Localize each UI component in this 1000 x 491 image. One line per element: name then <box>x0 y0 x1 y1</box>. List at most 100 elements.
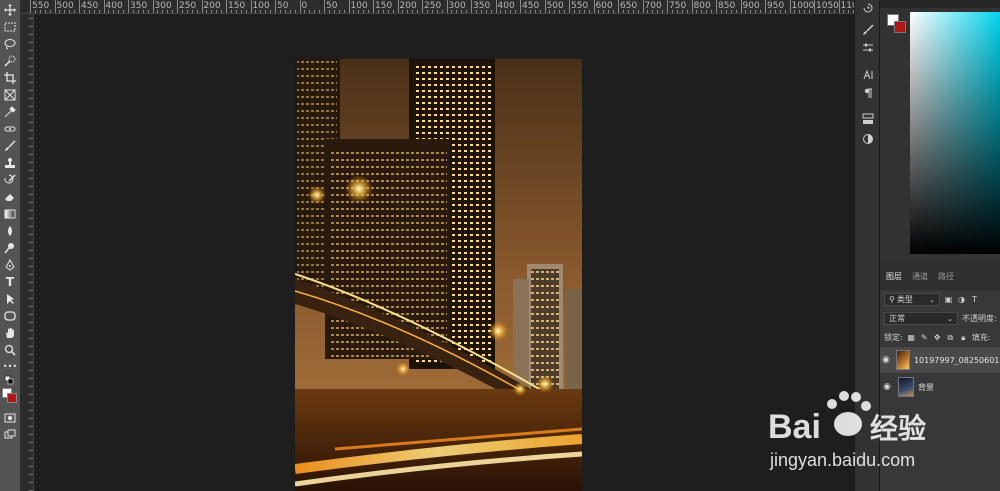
ruler-tick <box>593 0 595 13</box>
ruler-tick <box>226 0 227 13</box>
ruler-label: 50 <box>277 1 289 11</box>
paragraph-icon[interactable] <box>861 87 875 99</box>
ruler-tick <box>29 346 33 347</box>
ruler-tick <box>29 362 33 363</box>
lasso-icon[interactable] <box>2 37 18 51</box>
lock-all-icon[interactable]: 🔒︎ <box>959 333 968 342</box>
canvas-area[interactable] <box>35 14 854 491</box>
brush-icon[interactable] <box>2 139 18 153</box>
ruler-tick <box>29 242 33 243</box>
tab-layers[interactable]: 图层 <box>886 271 902 282</box>
adjustments-sliders-icon[interactable] <box>861 42 875 54</box>
ruler-tick <box>103 0 105 13</box>
ruler-tick <box>569 0 570 13</box>
ruler-tick <box>29 410 33 411</box>
adjustment-filter-icon[interactable]: ◑ <box>957 295 966 304</box>
frame-icon[interactable] <box>2 88 18 102</box>
quick-select-icon[interactable] <box>2 54 18 68</box>
history-icon[interactable] <box>861 2 875 14</box>
ruler-tick <box>397 0 399 13</box>
ruler-tick <box>29 466 33 467</box>
ruler-tick <box>29 154 33 155</box>
type-filter-icon[interactable]: T <box>970 295 979 304</box>
ruler-tick <box>29 354 33 355</box>
ruler-tick <box>789 0 791 13</box>
zoom-icon[interactable] <box>2 343 18 357</box>
ruler-tick <box>29 338 33 339</box>
ruler-tick <box>29 402 33 403</box>
layer-row[interactable]: ◉ 10197997_08250601300 <box>880 347 1000 373</box>
panel-background-swatch[interactable] <box>894 21 906 33</box>
ruler-tick <box>29 322 33 323</box>
ruler-tick <box>29 90 33 91</box>
ruler-tick <box>29 98 33 99</box>
tab-channels[interactable]: 通道 <box>912 271 928 282</box>
ruler-tick <box>740 0 742 13</box>
ruler-tick <box>29 458 33 459</box>
move-icon[interactable] <box>2 3 18 17</box>
lock-position-icon[interactable]: ✥ <box>933 333 942 342</box>
ruler-tick <box>765 0 766 13</box>
ruler-tick <box>716 0 717 13</box>
ruler-tick <box>29 218 33 219</box>
default-colors-icon[interactable] <box>2 374 18 388</box>
adjustments-icon[interactable] <box>861 133 875 145</box>
ruler-tick <box>618 0 619 13</box>
blur-icon[interactable] <box>2 224 18 238</box>
history-brush-icon[interactable] <box>2 173 18 187</box>
lock-artboard-icon[interactable]: ⧉ <box>946 333 955 342</box>
pen-icon[interactable] <box>2 258 18 272</box>
ruler-tick <box>177 0 178 13</box>
ruler-tick <box>29 74 33 75</box>
background-color-swatch[interactable] <box>7 393 17 403</box>
color-panel-tabs[interactable] <box>880 0 1000 8</box>
quick-mask-icon[interactable] <box>2 411 18 425</box>
type-icon[interactable]: T <box>2 275 18 289</box>
tab-paths[interactable]: 路径 <box>938 271 954 282</box>
properties-icon[interactable] <box>861 113 875 125</box>
vertical-ruler[interactable] <box>20 14 34 491</box>
screen-mode-icon[interactable] <box>2 428 18 442</box>
lock-transparent-icon[interactable]: ▦ <box>907 333 916 342</box>
eyedropper-icon[interactable] <box>2 105 18 119</box>
watermark-brand: Bai <box>768 408 821 446</box>
healing-brush-icon[interactable] <box>2 122 18 136</box>
ruler-tick <box>29 370 33 371</box>
visibility-eye-icon[interactable]: ◉ <box>880 355 892 365</box>
hand-icon[interactable] <box>2 326 18 340</box>
ruler-tick <box>29 378 33 379</box>
marquee-icon[interactable] <box>2 20 18 34</box>
blend-row: 正常 ⌄ 不透明度: <box>880 312 1000 325</box>
ruler-tick <box>29 442 33 443</box>
more-tools-icon[interactable]: ••• <box>2 360 18 374</box>
ruler-tick <box>29 106 33 107</box>
tools-panel: T ••• <box>0 0 20 491</box>
dodge-icon[interactable] <box>2 241 18 255</box>
horizontal-ruler[interactable]: 550 500 450 400 350 300 250 200 150 100 50 0 50 100 15… <box>20 0 854 14</box>
ruler-tick <box>544 0 546 13</box>
character-icon[interactable] <box>861 69 875 81</box>
ruler-tick <box>29 186 33 187</box>
document-image[interactable] <box>295 59 582 491</box>
ruler-tick <box>29 234 33 235</box>
gradient-icon[interactable] <box>2 207 18 221</box>
layers-panel-tabs: 图层 通道 路径 <box>880 262 1000 290</box>
eraser-icon[interactable] <box>2 190 18 204</box>
clone-stamp-icon[interactable] <box>2 156 18 170</box>
crop-icon[interactable] <box>2 71 18 85</box>
brush-settings-icon[interactable] <box>861 24 875 36</box>
layer-name[interactable]: 10197997_08250601300 <box>914 356 1000 365</box>
photoshop-window: 550 500 450 400 350 300 250 200 150 100 50 0 50 100 15… <box>0 0 1000 491</box>
ruler-tick <box>29 418 33 419</box>
shape-icon[interactable] <box>2 309 18 323</box>
image-filter-icon[interactable]: ▣ <box>944 295 953 304</box>
ruler-tick <box>29 162 33 163</box>
lock-pixels-icon[interactable]: ✎ <box>920 333 929 342</box>
ruler-tick <box>29 258 33 259</box>
lock-row: 锁定: ▦ ✎ ✥ ⧉ 🔒︎ 填充: <box>880 332 1000 343</box>
ruler-tick <box>29 386 33 387</box>
layer-filter-dropdown[interactable]: ⚲ 类型 ⌄ <box>884 293 940 306</box>
blend-mode-dropdown[interactable]: 正常 ⌄ <box>884 312 958 325</box>
color-picker-field[interactable] <box>910 12 1000 254</box>
path-select-icon[interactable] <box>2 292 18 306</box>
